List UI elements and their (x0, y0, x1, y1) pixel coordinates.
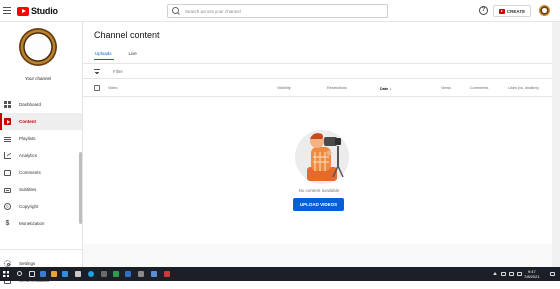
create-label: CREATE (506, 8, 526, 14)
subtitles-icon (4, 187, 11, 193)
sidebar-item-content[interactable]: Content (0, 113, 82, 130)
keyboard-icon[interactable] (517, 272, 522, 276)
youtube-logo-icon (17, 6, 29, 16)
search-bar[interactable] (167, 4, 388, 18)
app-icon[interactable] (40, 271, 46, 277)
sidebar-item-label: Subtitles (19, 187, 37, 192)
notification-icon[interactable] (550, 272, 555, 276)
taskbar-clock[interactable]: 9:47 7/8/2021 (524, 269, 540, 279)
column-date-label: Date (380, 87, 389, 91)
sidebar-item-dashboard[interactable]: Dashboard (0, 96, 82, 113)
sidebar-nav: Dashboard Content Playlists Analytics Co… (0, 96, 82, 232)
tab-live[interactable]: Live (128, 51, 139, 60)
main-scrollbar[interactable] (552, 22, 560, 267)
column-views: Views (441, 86, 452, 90)
empty-state-message: No content available (298, 188, 340, 193)
monetization-icon: $ (5, 220, 10, 227)
studio-logo[interactable]: Studio (17, 6, 58, 16)
sort-arrow-icon[interactable]: ↓ (389, 86, 391, 91)
top-header: Studio ? CREATE (0, 0, 560, 22)
clock-date: 7/8/2021 (524, 274, 540, 279)
task-view-icon[interactable] (29, 271, 35, 277)
sidebar-scrollbar[interactable] (79, 152, 82, 224)
sidebar-item-label: Dashboard (19, 102, 42, 107)
upload-videos-button[interactable]: UPLOAD VIDEOS (293, 198, 344, 211)
empty-state-illustration (295, 130, 349, 184)
analytics-icon (4, 152, 11, 159)
main-content: Channel content Uploads Live Filter Vide… (83, 22, 560, 267)
app-icon[interactable] (151, 271, 157, 277)
create-button[interactable]: CREATE (493, 5, 531, 17)
search-icon[interactable] (17, 271, 22, 276)
content-tabs: Uploads Live (94, 51, 153, 60)
dashboard-icon (4, 101, 11, 108)
sidebar-item-label: Comments (19, 170, 41, 175)
sidebar-item-label: Settings (19, 261, 36, 266)
sidebar-divider (0, 249, 82, 250)
filter-icon[interactable] (94, 69, 100, 75)
search-input[interactable] (185, 8, 375, 14)
content-icon (4, 118, 11, 125)
sidebar-item-playlists[interactable]: Playlists (0, 130, 82, 147)
windows-start-icon[interactable] (3, 271, 9, 277)
sidebar-item-label: Copyright (19, 204, 39, 209)
chevron-up-icon[interactable] (493, 272, 497, 275)
column-video: Video (108, 86, 118, 90)
sidebar-item-label: Analytics (19, 153, 38, 158)
sidebar-item-label: Content (19, 119, 36, 124)
channel-name: Your channel (24, 76, 52, 81)
column-restrictions: Restrictions (327, 86, 347, 90)
playlists-icon (4, 136, 11, 142)
windows-taskbar: 9:47 7/8/2021 (0, 267, 560, 281)
tab-uploads[interactable]: Uploads (94, 51, 114, 60)
sidebar-item-comments[interactable]: Comments (0, 164, 82, 181)
sidebar-item-copyright[interactable]: © Copyright (0, 198, 82, 215)
sidebar-item-subtitles[interactable]: Subtitles (0, 181, 82, 198)
help-icon[interactable]: ? (479, 6, 488, 15)
filter-label[interactable]: Filter (113, 69, 123, 74)
channel-avatar[interactable] (19, 28, 57, 66)
column-likes: Likes (vs. dislikes) (508, 86, 539, 90)
app-icon[interactable] (101, 271, 107, 277)
column-comments: Comments (470, 86, 489, 90)
table-header: Video Visibility Restrictions Date ↓ Vie… (83, 80, 555, 97)
sidebar-item-monetization[interactable]: $ Monetization (0, 215, 82, 232)
filter-bar[interactable]: Filter (83, 64, 555, 79)
comments-icon (4, 169, 11, 176)
column-visibility: Visibility (277, 86, 291, 90)
volume-icon[interactable] (509, 272, 514, 276)
sidebar-item-analytics[interactable]: Analytics (0, 147, 82, 164)
edge-browser-icon[interactable] (88, 271, 94, 277)
app-icon[interactable] (75, 271, 81, 277)
file-explorer-icon[interactable] (51, 271, 57, 277)
gear-icon (4, 260, 11, 267)
network-icon[interactable] (501, 272, 506, 276)
page-title: Channel content (94, 30, 160, 40)
menu-icon[interactable] (3, 7, 11, 14)
sidebar: Your channel Dashboard Content Playlists… (0, 22, 83, 284)
app-icon[interactable] (164, 271, 170, 277)
account-avatar[interactable] (539, 5, 550, 16)
app-icon[interactable] (113, 271, 119, 277)
search-icon[interactable] (172, 7, 180, 15)
app-icon[interactable] (125, 271, 131, 277)
sidebar-item-label: Playlists (19, 136, 36, 141)
app-icon[interactable] (138, 271, 144, 277)
select-all-checkbox[interactable] (94, 85, 100, 91)
copyright-icon: © (4, 203, 11, 210)
video-camera-icon (498, 8, 505, 14)
store-icon[interactable] (62, 271, 68, 277)
column-date[interactable]: Date ↓ (380, 86, 392, 91)
content-panel: Channel content Uploads Live Filter Vide… (83, 22, 555, 244)
sidebar-item-label: Monetization (19, 221, 45, 226)
logo-text: Studio (31, 6, 58, 16)
